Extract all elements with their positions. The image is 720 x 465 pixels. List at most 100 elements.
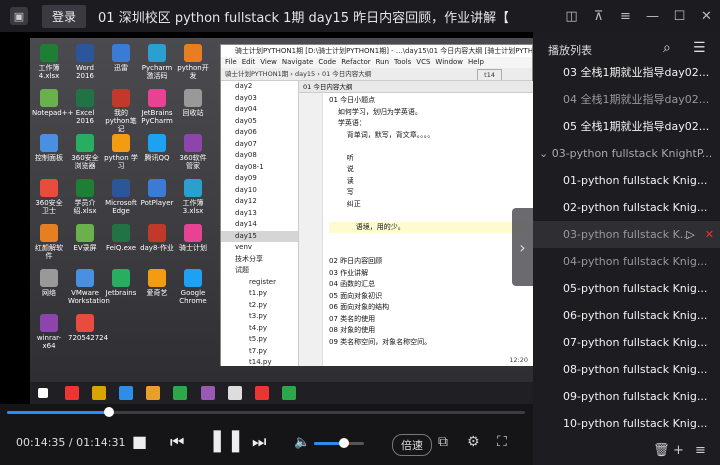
code-line: 06 面向对象的结构 [329, 303, 390, 311]
app-icon [76, 224, 94, 242]
app-icon [148, 224, 166, 242]
desktop-icon-label: 爱奇艺 [146, 289, 168, 297]
speed-button[interactable]: 倍速 [392, 434, 432, 456]
tree-item: day08-1 [235, 162, 264, 171]
pin-icon[interactable]: ⊼ [585, 9, 612, 24]
skin-icon[interactable]: ◫ [558, 9, 585, 24]
playlist-item[interactable]: 09-python fullstack Knig... [533, 383, 720, 410]
playlist-item-label: 10-python fullstack Knig... [563, 417, 708, 430]
menu-icon[interactable]: ≡ [612, 9, 639, 24]
tree-item: t4.py [249, 323, 268, 332]
tree-item: day05 [235, 116, 257, 125]
app-icon [112, 224, 130, 242]
taskbar-app-icon [200, 386, 215, 400]
desktop-icon: 红颜解软件 [32, 224, 66, 260]
settings-icon[interactable]: ⚙ [467, 434, 480, 450]
tree-item: day12 [235, 197, 257, 205]
stop-icon[interactable]: ■ [132, 432, 147, 451]
ide-menu-item: VCS [416, 58, 431, 66]
playlist-item[interactable]: 05 全栈1期就业指导day02... [533, 113, 720, 140]
volume-knob[interactable] [339, 438, 349, 448]
playlist-item[interactable]: 06-python fullstack Knig... [533, 302, 720, 329]
expand-panel-handle[interactable]: › [512, 208, 533, 286]
desktop-icon-label: Microsoft Edge [105, 199, 137, 215]
editor-gutter [299, 93, 323, 366]
next-icon[interactable]: ⏭ [252, 432, 266, 452]
app-icon [40, 44, 58, 62]
ide-titlebar: 骑士计划PYTHON1期 [D:\骑士计划PYTHON1期] - ...\day… [221, 45, 532, 57]
taskbar-app-icon [65, 386, 80, 400]
playlist-item[interactable]: 07-python fullstack Knig... [533, 329, 720, 356]
app-icon [184, 224, 202, 242]
code-line: 写 [329, 188, 354, 196]
ide-menu-bar: File Edit View Navigate Code Refactor Run Tools… [221, 57, 532, 68]
clear-icon[interactable]: 🗑 [653, 443, 670, 458]
playlist-item-label: 04-python fullstack Knig... [563, 255, 708, 268]
progress-knob[interactable] [103, 407, 114, 417]
playlist: 03 全栈1期就业指导day02... 04 全栈1期就业指导day02... 05… [533, 59, 720, 437]
app-icon [76, 179, 94, 197]
desktop-icon: Excel 2016 [68, 89, 102, 125]
app-icon [184, 269, 202, 287]
playlist-item[interactable]: 04-python fullstack Knig... [533, 248, 720, 275]
tree-item: t5.py [249, 335, 268, 343]
playlist-item-label: 09-python fullstack Knig... [563, 390, 708, 403]
volume-icon[interactable]: 🔈 [294, 435, 310, 450]
maximize-icon[interactable]: ☐ [666, 9, 693, 24]
playlist-item[interactable]: 03-python fullstack K... ▷ ✕ [533, 221, 720, 248]
app-icon [76, 314, 94, 332]
time-display: 00:14:35 / 01:14:31 [16, 436, 126, 449]
desktop-icon-label: 网络 [42, 289, 56, 297]
playlist-panel: 播放列表 ⌕ ☰ 03 全栈1期就业指导day02... 04 全栈1期就业指导d… [533, 32, 720, 465]
app-icon [112, 179, 130, 197]
playlist-item[interactable]: 02-python fullstack Knig... [533, 194, 720, 221]
playlist-item[interactable]: 04 全栈1期就业指导day02... [533, 86, 720, 113]
tree-item: 技术分享 [235, 254, 263, 263]
previous-icon[interactable]: ⏮ [170, 432, 184, 452]
login-button[interactable]: 登录 [42, 4, 87, 28]
remove-item-icon[interactable]: ✕ [705, 228, 714, 241]
search-icon[interactable]: ⌕ [663, 40, 671, 56]
code-line: 03 作业讲解 [329, 268, 369, 277]
desktop-icon: Google Chrome [176, 269, 210, 305]
desktop-icon: JetBrains PyCharm [140, 89, 174, 125]
progress-bar[interactable] [7, 411, 525, 414]
app-logo-icon[interactable]: ▣ [10, 7, 28, 25]
video-area[interactable]: 工作簿4.xlsx Word 2016 迅雷 Pycharm激活码 python开发 No… [0, 32, 533, 404]
tree-item: t1.py [249, 289, 268, 297]
fullscreen-icon[interactable]: ⛶ [497, 434, 507, 450]
video-title: 01 深圳校区 python fullstack 1期 day15 昨日内容回顾… [98, 10, 509, 26]
tree-item: t7.py [249, 346, 268, 355]
ide-menu-item: File [225, 58, 237, 66]
ide-menu-item: Help [468, 58, 484, 66]
add-icon[interactable]: + [673, 443, 684, 458]
playlist-item[interactable]: 05-python fullstack Knig... [533, 275, 720, 302]
tree-item: t14.py [249, 358, 272, 366]
playlist-item[interactable]: 03 全栈1期就业指导day02... [533, 59, 720, 86]
tree-item: day15 [221, 230, 298, 242]
playlist-item[interactable]: 10-python fullstack Knig... [533, 410, 720, 437]
code-line: 读 [329, 176, 354, 185]
app-icon [148, 89, 166, 107]
playlist-item-label: 02-python fullstack Knig... [563, 201, 708, 214]
pause-icon[interactable]: ❚❚ [208, 428, 245, 453]
desktop-icon: EV录屏 [68, 224, 102, 252]
play-item-icon[interactable]: ▷ [686, 228, 694, 241]
app-icon [40, 314, 58, 332]
close-icon[interactable]: ✕ [693, 9, 720, 24]
playlist-item[interactable]: 01-python fullstack Knig... [533, 167, 720, 194]
desktop-icon-label: winrar-x64 [36, 334, 62, 350]
list-menu-icon[interactable]: ☰ [693, 40, 706, 56]
desktop-icon-label: python 学习 [104, 154, 138, 170]
screen-mode-icon[interactable]: ⧉ [438, 434, 448, 450]
playlist-item[interactable]: 08-python fullstack Knig... [533, 356, 720, 383]
breadcrumb-item: 01 今日内容大纲 [321, 70, 372, 78]
ide-breadcrumb: 骑士计划PYTHON1期 › day15 › 01 今日内容大纲 t14 [221, 68, 532, 81]
playlist-group[interactable]: ⌄ 03-python fullstack KnightP... [533, 140, 720, 167]
desktop-icon-label: EV录屏 [73, 244, 97, 252]
sort-icon[interactable]: ≡ [695, 443, 706, 458]
app-icon [112, 89, 130, 107]
minimize-icon[interactable]: — [639, 9, 666, 24]
window-controls: ◫ ⊼ ≡ — ☐ ✕ [558, 0, 720, 32]
